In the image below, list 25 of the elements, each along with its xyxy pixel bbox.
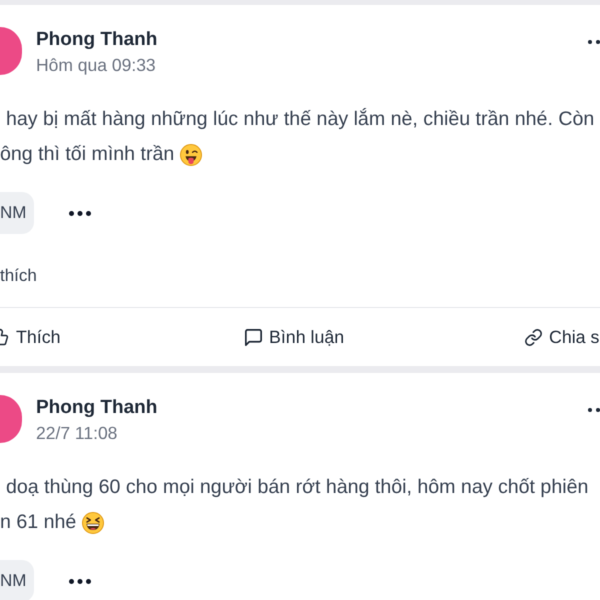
initials-chip: NM — [0, 192, 34, 234]
author-name[interactable]: Phong Thanh — [36, 395, 158, 420]
thumbs-up-icon — [0, 328, 9, 346]
like-button[interactable]: Thích — [0, 326, 60, 348]
avatar-icon — [0, 27, 22, 75]
post-text: ông thì tối mình trần — [0, 142, 174, 167]
author-name[interactable]: Phong Thanh — [36, 27, 158, 52]
more-icon[interactable] — [588, 40, 600, 44]
likes-text: thích — [0, 265, 37, 287]
more-icon[interactable] — [69, 578, 92, 584]
more-icon[interactable] — [69, 210, 92, 216]
link-icon — [525, 328, 542, 346]
post-text: n 61 nhé — [0, 510, 76, 535]
avatar-icon — [0, 395, 22, 443]
share-button[interactable]: Chia s — [525, 326, 600, 348]
more-icon[interactable] — [588, 408, 600, 412]
initials-chip: NM — [0, 560, 34, 600]
laughing-face-icon — [82, 512, 104, 534]
post-time: Hôm qua 09:33 — [36, 54, 156, 76]
post-text: doạ thùng 60 cho mọi người bán rớt hàng thôi, hôm nay chốt phiên — [6, 475, 588, 500]
comment-button[interactable]: Bình luận — [245, 326, 344, 348]
winking-tongue-face-icon — [180, 144, 202, 166]
comment-icon — [245, 328, 262, 346]
post-time: 22/7 11:08 — [36, 422, 118, 444]
post-text: hay bị mất hàng những lúc như thế này lắm nè, chiều trần nhé. Còn — [6, 107, 594, 132]
